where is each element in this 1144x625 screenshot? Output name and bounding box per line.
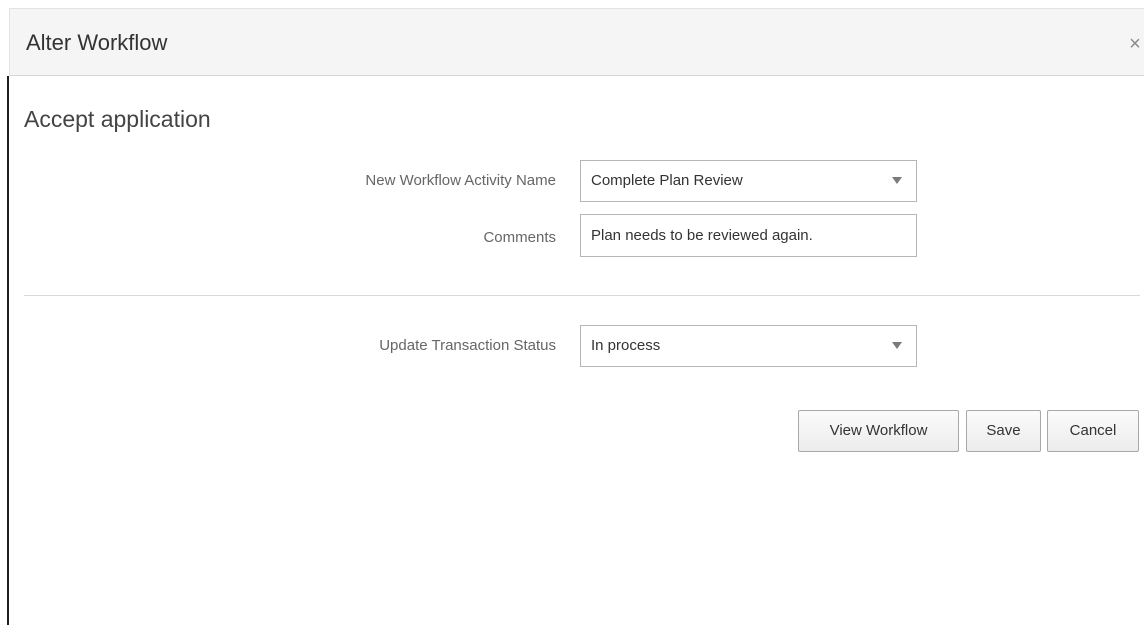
section-title: Accept application xyxy=(24,106,211,132)
transaction-status-label: Update Transaction Status xyxy=(379,337,556,354)
dialog-title: Alter Workflow xyxy=(26,30,168,55)
close-icon[interactable]: × xyxy=(1126,31,1144,57)
section-divider xyxy=(24,295,1140,296)
dialog-left-border xyxy=(7,76,9,625)
transaction-status-select[interactable]: In process xyxy=(580,325,917,367)
chevron-down-icon xyxy=(892,177,902,184)
comments-field[interactable]: Plan needs to be reviewed again. xyxy=(580,214,917,257)
cancel-button[interactable]: Cancel xyxy=(1047,410,1139,452)
transaction-status-value: In process xyxy=(591,337,661,354)
save-button[interactable]: Save xyxy=(966,410,1041,452)
activity-name-value: Complete Plan Review xyxy=(591,172,743,189)
dialog-header: Alter Workflow × xyxy=(9,8,1144,76)
alter-workflow-dialog: Alter Workflow × Accept application New … xyxy=(0,0,1144,625)
view-workflow-button[interactable]: View Workflow xyxy=(798,410,959,452)
chevron-down-icon xyxy=(892,342,902,349)
activity-name-label: New Workflow Activity Name xyxy=(365,172,556,189)
comments-label: Comments xyxy=(483,229,556,246)
activity-name-select[interactable]: Complete Plan Review xyxy=(580,160,917,202)
